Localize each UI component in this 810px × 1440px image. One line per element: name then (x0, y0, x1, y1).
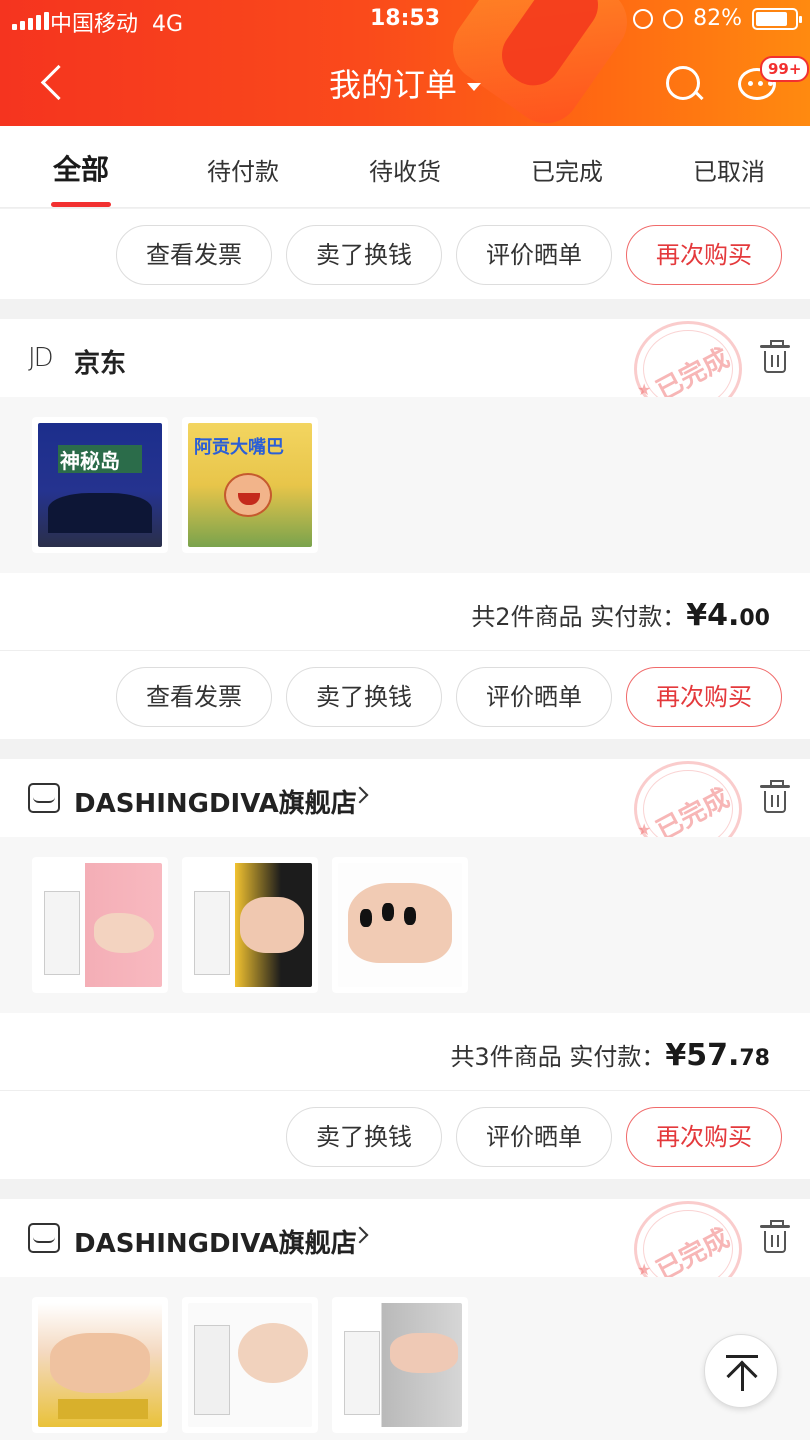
price-decimal: 00 (739, 606, 770, 631)
arrow-up-icon (726, 1360, 758, 1392)
product-images[interactable] (0, 837, 810, 1013)
product-thumbnail[interactable] (332, 1297, 468, 1433)
product-images[interactable]: 神秘岛 阿贡大嘴巴 (0, 397, 810, 573)
tab-cancelled[interactable]: 已取消 (648, 126, 810, 207)
book-cover-image: 阿贡大嘴巴 (188, 423, 312, 547)
buy-again-button[interactable]: 再次购买 (626, 667, 782, 727)
book-cover-title: 阿贡大嘴巴 (194, 437, 284, 458)
summary-label: 共2件商品 实付款： (471, 603, 687, 631)
alarm-icon (663, 8, 684, 29)
nail-product-image (338, 863, 462, 987)
trash-icon[interactable] (760, 1220, 790, 1253)
product-thumbnail[interactable] (32, 1297, 168, 1433)
tab-pending-receipt[interactable]: 待收货 (324, 126, 486, 207)
product-thumbnail[interactable] (182, 1297, 318, 1433)
search-icon[interactable] (664, 64, 704, 104)
tab-all[interactable]: 全部 (0, 126, 162, 207)
product-thumbnail[interactable]: 神秘岛 (32, 417, 168, 553)
orientation-lock-icon (633, 8, 654, 29)
scroll-to-top-button[interactable] (704, 1334, 778, 1408)
battery-percent: 82% (693, 6, 742, 31)
price-decimal: 78 (739, 1046, 770, 1071)
review-button[interactable]: 评价晒单 (456, 1107, 612, 1167)
message-badge: 99+ (760, 56, 810, 82)
view-invoice-button[interactable]: 查看发票 (116, 225, 272, 285)
shop-header[interactable]: DASHINGDIVA旗舰店 已完成 ★ (0, 759, 810, 857)
product-thumbnail[interactable] (332, 857, 468, 993)
trash-icon[interactable] (760, 340, 790, 373)
shop-header[interactable]: DASHINGDIVA旗舰店 已完成 ★ (0, 1199, 810, 1297)
nail-product-image (188, 863, 312, 987)
shop-header[interactable]: JD 京东 已完成 ★ (0, 319, 810, 417)
order-price: ¥4.00 (686, 598, 770, 633)
order-summary: 共2件商品 实付款：¥4.00 (0, 573, 810, 651)
store-icon (28, 783, 60, 813)
battery-icon (752, 7, 802, 30)
order-summary: 共3件商品 实付款：¥57.78 (0, 1013, 810, 1091)
buy-again-button[interactable]: 再次购买 (626, 1107, 782, 1167)
buy-again-button[interactable]: 再次购买 (626, 225, 782, 285)
product-thumbnail[interactable]: 阿贡大嘴巴 (182, 417, 318, 553)
caret-down-icon (467, 83, 481, 91)
status-bar: 中国移动 4G 18:53 82% (0, 0, 810, 42)
nail-product-image (188, 1303, 312, 1427)
sell-for-cash-button[interactable]: 卖了换钱 (286, 1107, 442, 1167)
review-button[interactable]: 评价晒单 (456, 225, 612, 285)
book-cover-title: 神秘岛 (60, 449, 120, 473)
trash-icon[interactable] (760, 780, 790, 813)
nail-product-image (338, 1303, 462, 1427)
nail-product-image (38, 1303, 162, 1427)
order-card: JD 京东 已完成 ★ 神秘岛 阿贡大嘴巴 共2件商品 实付款：¥4.00 查看发… (0, 319, 810, 739)
shop-name: DASHINGDIVA旗舰店 (74, 1229, 357, 1259)
summary-label: 共3件商品 实付款： (450, 1043, 666, 1071)
order-card: DASHINGDIVA旗舰店 已完成 ★ (0, 1199, 810, 1440)
sell-for-cash-button[interactable]: 卖了换钱 (286, 225, 442, 285)
order-actions: 卖了换钱 评价晒单 再次购买 (0, 1091, 810, 1181)
product-images[interactable] (0, 1277, 810, 1440)
previous-order-actions: 查看发票 卖了换钱 评价晒单 再次购买 (0, 209, 810, 299)
page-title: 我的订单 (328, 66, 457, 104)
review-button[interactable]: 评价晒单 (456, 667, 612, 727)
shop-name: 京东 (74, 349, 127, 379)
jd-logo-icon: JD (28, 343, 54, 373)
sell-for-cash-button[interactable]: 卖了换钱 (286, 667, 442, 727)
battery-fill (756, 11, 787, 26)
status-right: 82% (633, 6, 802, 31)
price-integer: ¥57. (665, 1038, 740, 1073)
app-header: 中国移动 4G 18:53 82% 我的订单 99+ (0, 0, 810, 126)
nav-bar: 我的订单 (0, 42, 810, 126)
order-actions: 查看发票 卖了换钱 评价晒单 再次购买 (0, 651, 810, 741)
tab-completed[interactable]: 已完成 (486, 126, 648, 207)
product-thumbnail[interactable] (32, 857, 168, 993)
nail-product-image (38, 863, 162, 987)
order-card: DASHINGDIVA旗舰店 已完成 ★ 共3件商品 实付款：¥57.78 卖了… (0, 759, 810, 1179)
book-cover-image: 神秘岛 (38, 423, 162, 547)
order-tabs: 全部 待付款 待收货 已完成 已取消 (0, 126, 810, 208)
tab-pending-payment[interactable]: 待付款 (162, 126, 324, 207)
product-thumbnail[interactable] (182, 857, 318, 993)
price-integer: ¥4. (686, 598, 740, 633)
store-icon (28, 1223, 60, 1253)
shop-name: DASHINGDIVA旗舰店 (74, 789, 357, 819)
view-invoice-button[interactable]: 查看发票 (116, 667, 272, 727)
order-actions: 查看发票 卖了换钱 评价晒单 再次购买 (0, 209, 810, 299)
order-price: ¥57.78 (665, 1038, 770, 1073)
